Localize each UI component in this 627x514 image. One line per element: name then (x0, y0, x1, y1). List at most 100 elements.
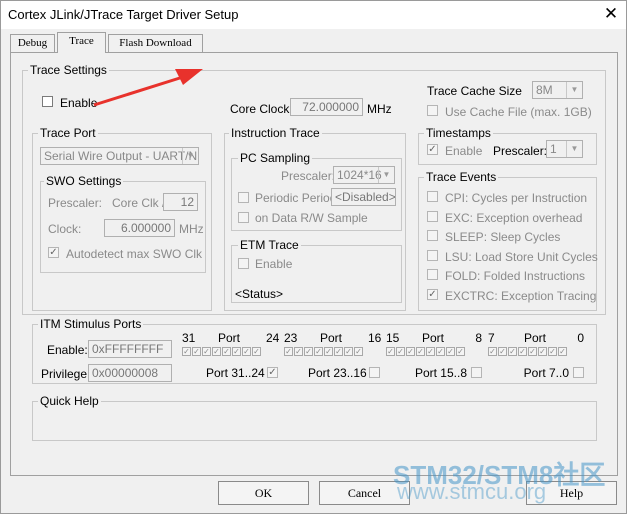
timestamps-enable-checkbox[interactable]: ✓ (427, 144, 438, 155)
itm-bit-checkbox[interactable]: ✓ (548, 347, 557, 356)
itm-bit-checkbox[interactable]: ✓ (314, 347, 323, 356)
swo-clock-label: Clock: (48, 222, 82, 236)
tab-trace[interactable]: Trace (57, 32, 106, 53)
pc-prescaler-label: Prescaler: (281, 169, 336, 183)
cache-size-label: Trace Cache Size (427, 84, 522, 98)
chevron-down-icon: ▼ (566, 141, 582, 157)
itm-range-high: 31 (182, 331, 196, 345)
itm-port-group-label: Port 7..0 (523, 366, 569, 380)
itm-bit-checkbox[interactable]: ✓ (538, 347, 547, 356)
itm-port-word: Port (524, 331, 547, 345)
trace-port-select[interactable]: Serial Wire Output - UART/N ▼ (40, 147, 199, 165)
dialog-window: Cortex JLink/JTrace Target Driver Setup … (0, 0, 627, 514)
itm-bit-checkbox[interactable]: ✓ (396, 347, 405, 356)
itm-range-low: 24 (266, 331, 280, 345)
itm-bit-checkbox[interactable]: ✓ (222, 347, 231, 356)
autodetect-checkbox[interactable]: ✓ (48, 247, 59, 258)
use-cache-file-checkbox[interactable] (427, 105, 438, 116)
trace-event-checkbox[interactable] (427, 191, 438, 202)
itm-bit-checkbox[interactable]: ✓ (558, 347, 567, 356)
itm-range-low: 0 (577, 331, 584, 345)
pc-prescaler-select[interactable]: 1024*16 ▼ (333, 166, 395, 184)
period-field[interactable]: <Disabled> (331, 188, 396, 206)
core-clock-unit: MHz (367, 102, 392, 116)
itm-port-group-checkbox[interactable] (471, 367, 482, 378)
trace-enable-checkbox[interactable] (42, 96, 53, 107)
itm-bit-checkbox[interactable]: ✓ (304, 347, 313, 356)
window-title: Cortex JLink/JTrace Target Driver Setup (8, 7, 239, 22)
itm-bit-checkbox[interactable]: ✓ (192, 347, 201, 356)
itm-bit-checkbox[interactable]: ✓ (284, 347, 293, 356)
itm-bit-checkbox[interactable]: ✓ (202, 347, 211, 356)
watermark-url: www.stmcu.org (397, 479, 547, 504)
itm-bit-checkbox[interactable]: ✓ (294, 347, 303, 356)
etm-trace-label: ETM Trace (238, 238, 301, 252)
itm-bit-checkbox[interactable]: ✓ (456, 347, 465, 356)
itm-bit-checkbox[interactable]: ✓ (426, 347, 435, 356)
itm-bit-checkbox[interactable]: ✓ (252, 347, 261, 356)
itm-port-group-label: Port 15..8 (414, 366, 467, 380)
itm-bit-checkbox[interactable]: ✓ (344, 347, 353, 356)
itm-bit-checkbox[interactable]: ✓ (242, 347, 251, 356)
pc-prescaler-value: 1024*16 (337, 168, 382, 182)
itm-bit-checkbox[interactable]: ✓ (324, 347, 333, 356)
swo-prescaler-label: Prescaler: (48, 196, 103, 210)
rw-sample-checkbox[interactable] (238, 212, 249, 223)
etm-enable-checkbox[interactable] (238, 258, 249, 269)
itm-bit-checkbox[interactable]: ✓ (416, 347, 425, 356)
ok-button[interactable]: OK (218, 481, 309, 505)
tab-flash-download[interactable]: Flash Download (108, 34, 203, 52)
itm-port-group-label: Port 31..24 (206, 366, 265, 380)
trace-event-label: EXCTRC: Exception Tracing (445, 289, 597, 303)
itm-label: ITM Stimulus Ports (38, 317, 144, 331)
itm-port-word: Port (422, 331, 445, 345)
itm-range-low: 16 (368, 331, 382, 345)
tab-debug[interactable]: Debug (10, 34, 55, 52)
cache-size-value: 8M (536, 83, 553, 97)
itm-bit-checkbox[interactable]: ✓ (508, 347, 517, 356)
itm-bit-checkbox[interactable]: ✓ (446, 347, 455, 356)
timestamps-prescaler-select[interactable]: 1 ▼ (546, 140, 583, 158)
itm-port-group-checkbox[interactable] (573, 367, 584, 378)
core-clock-label: Core Clock: (230, 102, 293, 116)
itm-port-group-checkbox[interactable]: ✓ (267, 367, 278, 378)
itm-bit-checkbox[interactable]: ✓ (406, 347, 415, 356)
itm-bit-checkbox[interactable]: ✓ (232, 347, 241, 356)
itm-bit-checkbox[interactable]: ✓ (498, 347, 507, 356)
trace-event-label: EXC: Exception overhead (445, 211, 583, 225)
itm-bit-checkbox[interactable]: ✓ (488, 347, 497, 356)
trace-event-checkbox[interactable] (427, 250, 438, 261)
itm-bit-checkbox[interactable]: ✓ (334, 347, 343, 356)
itm-port-word: Port (218, 331, 241, 345)
itm-bit-checkbox[interactable]: ✓ (182, 347, 191, 356)
instruction-trace-label: Instruction Trace (229, 126, 322, 140)
chevron-down-icon: ▼ (566, 82, 582, 98)
itm-bit-checkbox[interactable]: ✓ (354, 347, 363, 356)
itm-bit-checkbox[interactable]: ✓ (386, 347, 395, 356)
core-clock-field[interactable]: 72.000000 (290, 98, 363, 116)
close-icon[interactable]: ✕ (599, 3, 623, 25)
use-cache-file-label: Use Cache File (max. 1GB) (445, 105, 592, 119)
trace-events-label: Trace Events (424, 170, 499, 184)
trace-event-checkbox[interactable] (427, 230, 438, 241)
itm-bit-checkbox[interactable]: ✓ (528, 347, 537, 356)
itm-bit-checkbox[interactable]: ✓ (518, 347, 527, 356)
trace-event-checkbox[interactable] (427, 269, 438, 280)
swo-clock-field[interactable]: 6.000000 (104, 219, 175, 237)
itm-privilege-field[interactable]: 0x00000008 (88, 364, 172, 382)
trace-event-label: CPI: Cycles per Instruction (445, 191, 588, 205)
cache-size-select[interactable]: 8M ▼ (532, 81, 583, 99)
swo-prescaler-field[interactable]: 12 (163, 193, 198, 211)
itm-port-group-checkbox[interactable] (369, 367, 380, 378)
periodic-checkbox[interactable] (238, 192, 249, 203)
itm-enable-field[interactable]: 0xFFFFFFFF (88, 340, 172, 358)
itm-bit-checkbox[interactable]: ✓ (212, 347, 221, 356)
trace-event-checkbox[interactable] (427, 211, 438, 222)
trace-event-checkbox[interactable]: ✓ (427, 289, 438, 300)
core-clk-label: Core Clk / (112, 196, 166, 210)
itm-range-low: 8 (475, 331, 482, 345)
itm-range-high: 15 (386, 331, 400, 345)
timestamps-prescaler-value: 1 (550, 142, 557, 156)
itm-bit-checkbox[interactable]: ✓ (436, 347, 445, 356)
swo-clock-unit: MHz (179, 222, 204, 236)
